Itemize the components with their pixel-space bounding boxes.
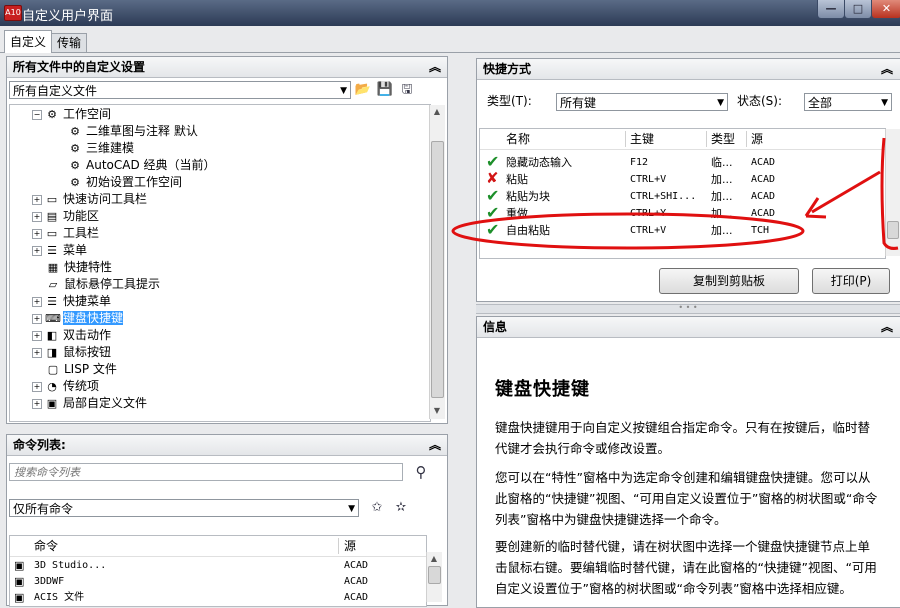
- annotation-arrow-head: [804, 197, 827, 219]
- annotation-bracket: [880, 137, 899, 250]
- annotation-arrow-line: [811, 170, 881, 214]
- annotation-ellipse: [451, 212, 805, 250]
- annotation-overlay: [451, 137, 899, 250]
